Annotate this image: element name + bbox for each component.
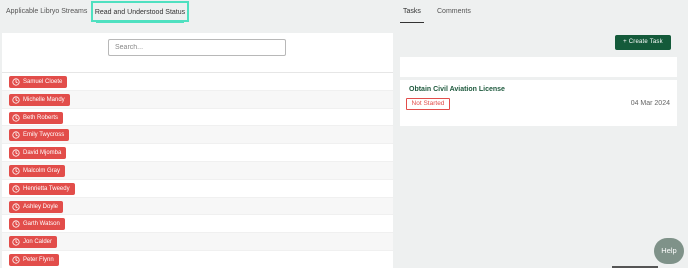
- user-status-badge[interactable]: Michelle Mandy: [9, 93, 70, 106]
- list-item: Beth Roberts: [2, 109, 393, 127]
- user-name: Beth Roberts: [23, 114, 59, 121]
- read-status-panel: Samuel Cloete Michelle Mandy Beth Roberts E…: [2, 33, 393, 268]
- user-name: Henrietta Tweedy: [23, 185, 70, 192]
- clock-icon: [12, 202, 20, 211]
- list-item: Garth Watson: [2, 215, 393, 234]
- user-status-badge[interactable]: Ashley Doyle: [9, 200, 64, 213]
- user-name: Jon Calder: [23, 239, 53, 246]
- task-card[interactable]: Obtain Civil Aviation License Not Starte…: [400, 80, 677, 126]
- tab-read-and-understood-status[interactable]: Read and Understood Status: [91, 1, 189, 22]
- user-status-badge[interactable]: David Mjomba: [9, 147, 67, 160]
- user-name: Michelle Mandy: [23, 96, 65, 103]
- clock-icon: [12, 113, 20, 122]
- task-tabs: Tasks Comments: [397, 0, 688, 24]
- user-status-badge[interactable]: Garth Watson: [9, 218, 65, 231]
- clock-icon: [12, 149, 20, 157]
- clock-icon: [12, 220, 20, 228]
- user-status-badge[interactable]: Malcolm Gray: [9, 164, 66, 177]
- list-item: Michelle Mandy: [2, 90, 393, 109]
- user-status-badge[interactable]: Beth Roberts: [9, 111, 64, 124]
- user-name: Malcolm Gray: [23, 167, 61, 174]
- search-bar: [2, 33, 393, 73]
- user-status-badge[interactable]: Henrietta Tweedy: [9, 182, 75, 195]
- task-list-header: [400, 57, 677, 77]
- task-due-date: 04 Mar 2024: [630, 100, 670, 107]
- clock-icon: [12, 185, 20, 193]
- user-name: David Mjomba: [23, 150, 62, 157]
- clock-icon: [12, 167, 20, 175]
- clock-icon: [12, 78, 20, 86]
- user-name: Garth Watson: [23, 221, 60, 228]
- list-item: Henrietta Tweedy: [2, 180, 393, 198]
- list-item: Malcolm Gray: [2, 161, 393, 180]
- clock-icon: [12, 96, 20, 104]
- clock-icon: [12, 256, 20, 264]
- tab-tasks[interactable]: Tasks: [400, 0, 424, 24]
- user-list: Samuel Cloete Michelle Mandy Beth Roberts E…: [2, 73, 393, 268]
- user-status-badge[interactable]: Samuel Cloete: [9, 76, 68, 88]
- create-task-button[interactable]: + Create Task: [615, 35, 671, 50]
- status-badge: Not Started: [406, 98, 450, 110]
- help-button[interactable]: Help: [654, 238, 684, 264]
- stream-tabs: Applicable Libryo Streams Read and Under…: [0, 0, 395, 30]
- list-item: Peter Flynn: [2, 251, 393, 268]
- user-name: Emily Twycross: [23, 132, 65, 139]
- user-name: Ashley Doyle: [23, 203, 59, 210]
- task-title[interactable]: Obtain Civil Aviation License: [409, 86, 505, 93]
- user-status-badge[interactable]: Peter Flynn: [9, 253, 59, 266]
- search-input[interactable]: [108, 39, 286, 56]
- user-status-badge[interactable]: Jon Calder: [9, 236, 58, 249]
- user-status-badge[interactable]: Emily Twycross: [9, 129, 70, 142]
- clock-icon: [12, 238, 20, 246]
- list-item: Samuel Cloete: [2, 73, 393, 91]
- user-name: Samuel Cloete: [23, 79, 63, 85]
- tab-comments[interactable]: Comments: [437, 0, 471, 24]
- clock-icon: [12, 131, 20, 139]
- tab-applicable-libryo-streams[interactable]: Applicable Libryo Streams: [6, 0, 87, 24]
- list-item: David Mjomba: [2, 144, 393, 162]
- active-tab-underline: [96, 22, 184, 23]
- user-name: Peter Flynn: [23, 256, 54, 263]
- list-item: Jon Calder: [2, 233, 393, 251]
- list-item: Emily Twycross: [2, 126, 393, 145]
- list-item: Ashley Doyle: [2, 197, 393, 216]
